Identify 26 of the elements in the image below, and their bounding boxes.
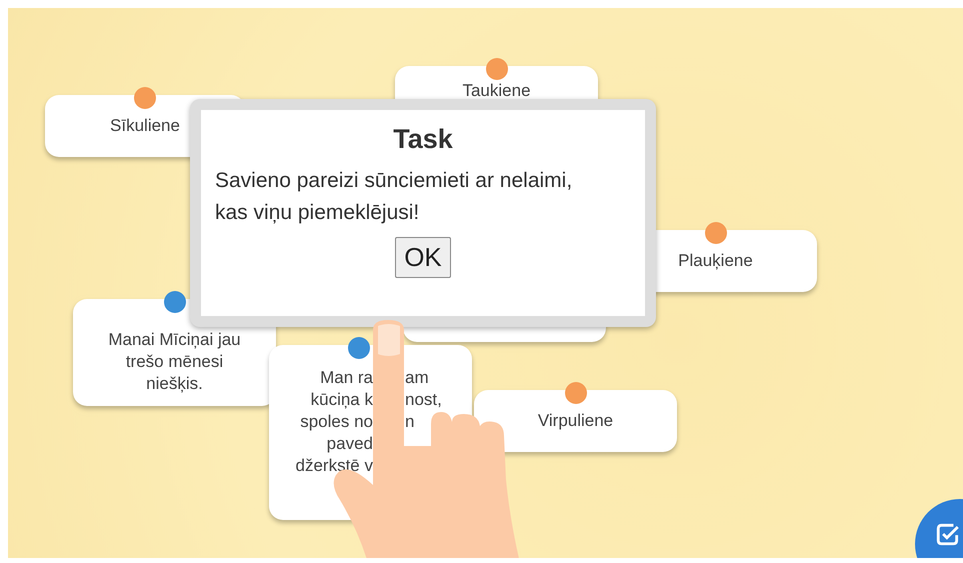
card-text: trešo mēnesi [126,352,224,371]
card-text: kūciņa k [310,389,373,411]
checkbox-icon [935,521,961,547]
card-text: Virpuliene [538,411,614,430]
card-text: Man ra [320,367,373,389]
card-text: Taukiene [462,81,531,100]
card-text: džerkstē v [296,455,373,477]
connector-dot[interactable] [564,382,586,404]
card-text: Manai Mīciņai jau [108,330,241,349]
card-text: Sīkuliene [110,116,180,135]
card-text: am [405,367,429,389]
connector-dot[interactable] [134,87,156,109]
connector-dot[interactable] [348,337,370,359]
card-text: spoles no [300,411,373,433]
connector-dot[interactable] [164,291,186,313]
card-text: niešķis. [146,374,203,393]
connector-dot[interactable] [486,58,508,80]
dialog-message: Savieno pareizi sūnciemieti ar nelaimi, kas viņu piemeklējusi! [215,168,574,226]
card-text: nost, [405,389,442,411]
match-card[interactable]: Virpuliene [474,390,677,452]
card-text: n [405,411,414,433]
card-text: paved [326,433,373,455]
dialog-title: Task [393,124,453,155]
ok-button[interactable]: OK [395,237,451,278]
connector-dot[interactable] [704,222,726,244]
card-text: Plauķiene [678,251,753,270]
